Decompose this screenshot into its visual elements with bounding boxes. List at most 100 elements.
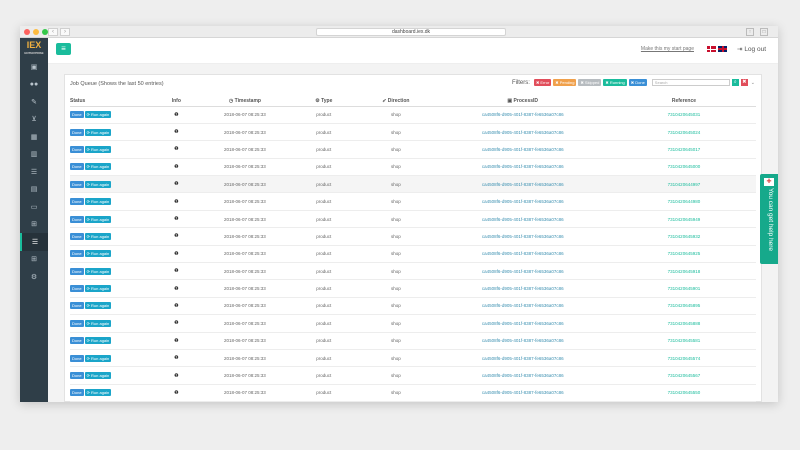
processid-link[interactable]: ca4508f6-d905-401f-8387-fe6536a07c86 <box>482 321 564 326</box>
run-again-button[interactable]: ⟳ Run again <box>84 250 112 258</box>
credit-card-icon[interactable]: ▭ <box>20 198 48 216</box>
processid-link[interactable]: ca4508f6-d905-401f-8387-fe6536a07c86 <box>482 147 564 152</box>
processid-link[interactable]: ca4508f6-d905-401f-8387-fe6536a07c86 <box>482 112 564 117</box>
header-type[interactable]: ⚙ Type <box>289 96 359 107</box>
processid-link[interactable]: ca4508f6-d905-401f-8387-fe6536a07c86 <box>482 286 564 291</box>
help-tab[interactable]: ✚ You can get help here <box>760 174 778 264</box>
info-icon[interactable]: ❶ <box>174 355 178 361</box>
back-icon[interactable]: ‹ <box>48 28 58 36</box>
danish-flag-icon[interactable] <box>707 46 716 52</box>
reference-link[interactable]: 7310420645567 <box>668 373 701 378</box>
run-again-button[interactable]: ⟳ Run again <box>84 111 112 119</box>
info-icon[interactable]: ❶ <box>174 233 178 239</box>
info-icon[interactable]: ❶ <box>174 112 178 118</box>
info-icon[interactable]: ❶ <box>174 129 178 135</box>
run-again-button[interactable]: ⟳ Run again <box>84 389 112 397</box>
wrench-icon[interactable]: ✎ <box>20 93 48 111</box>
reference-link[interactable]: 7310420645581 <box>668 338 701 343</box>
reference-link[interactable]: 7310420645918 <box>668 269 701 274</box>
settings-icon[interactable]: ⚙ <box>20 268 48 286</box>
processid-link[interactable]: ca4508f6-d905-401f-8387-fe6536a07c86 <box>482 373 564 378</box>
filter-skipped-button[interactable]: ✖ Skipped <box>578 79 602 86</box>
reference-link[interactable]: 7310420645932 <box>668 234 701 239</box>
share-icon[interactable]: ↑ <box>746 28 754 36</box>
header-reference[interactable]: Reference <box>611 96 756 107</box>
header-direction[interactable]: ➶ Direction <box>358 96 434 107</box>
list-icon[interactable]: ☰ <box>20 163 48 181</box>
reference-link[interactable]: 7310420645949 <box>668 217 701 222</box>
processid-link[interactable]: ca4508f6-d905-401f-8387-fe6536a07c86 <box>482 217 564 222</box>
reference-link[interactable]: 7310420645888 <box>668 321 701 326</box>
search-input[interactable]: Search <box>651 79 730 86</box>
reference-link[interactable]: 7310420645895 <box>668 303 701 308</box>
cart-icon[interactable]: ⊻ <box>20 111 48 129</box>
info-icon[interactable]: ❶ <box>174 268 178 274</box>
info-icon[interactable]: ❶ <box>174 146 178 152</box>
header-timestamp[interactable]: ◷ Timestamp <box>200 96 290 107</box>
reference-link[interactable]: 7310420645550 <box>668 390 701 395</box>
url-bar[interactable]: dashboard.iex.dk <box>316 28 506 36</box>
reference-link[interactable]: 7310420645031 <box>668 112 701 117</box>
processid-link[interactable]: ca4508f6-d905-401f-8387-fe6536a07c86 <box>482 199 564 204</box>
run-again-button[interactable]: ⟳ Run again <box>84 163 112 171</box>
close-window-icon[interactable] <box>24 29 30 35</box>
document-icon[interactable]: ▤ <box>20 181 48 199</box>
header-processid[interactable]: ▣ ProcessID <box>433 96 612 107</box>
info-icon[interactable]: ❶ <box>174 373 178 379</box>
queue-icon[interactable]: ☰ <box>20 233 48 251</box>
reference-link[interactable]: 7310420645024 <box>668 130 701 135</box>
run-again-button[interactable]: ⟳ Run again <box>84 285 112 293</box>
forward-icon[interactable]: › <box>60 28 70 36</box>
info-icon[interactable]: ❶ <box>174 303 178 309</box>
start-page-link[interactable]: Make this my start page <box>641 46 694 52</box>
header-status[interactable]: Status <box>70 96 153 107</box>
run-again-button[interactable]: ⟳ Run again <box>84 337 112 345</box>
run-again-button[interactable]: ⟳ Run again <box>84 232 112 240</box>
filter-done-button[interactable]: ✖ Done <box>628 79 647 86</box>
info-icon[interactable]: ❶ <box>174 216 178 222</box>
book-icon[interactable]: ▥ <box>20 146 48 164</box>
processid-link[interactable]: ca4508f6-d905-401f-8387-fe6536a07c86 <box>482 182 564 187</box>
chevron-down-icon[interactable]: ⌄ <box>751 80 755 86</box>
info-icon[interactable]: ❶ <box>174 286 178 292</box>
grid-icon[interactable]: ⊞ <box>20 216 48 234</box>
run-again-button[interactable]: ⟳ Run again <box>84 302 112 310</box>
reference-link[interactable]: 7310420645000 <box>668 164 701 169</box>
info-icon[interactable]: ❶ <box>174 199 178 205</box>
apps-icon[interactable]: ⊞ <box>20 251 48 269</box>
processid-link[interactable]: ca4508f6-d905-401f-8387-fe6536a07c86 <box>482 390 564 395</box>
calculator-icon[interactable]: ▦ <box>20 128 48 146</box>
reference-link[interactable]: 7310420644997 <box>668 182 701 187</box>
info-icon[interactable]: ❶ <box>174 320 178 326</box>
reference-link[interactable]: 7310420645925 <box>668 251 701 256</box>
run-again-button[interactable]: ⟳ Run again <box>84 145 112 153</box>
run-again-button[interactable]: ⟳ Run again <box>84 267 112 275</box>
users-icon[interactable]: ●● <box>20 76 48 94</box>
reference-link[interactable]: 7310420644980 <box>668 199 701 204</box>
info-icon[interactable]: ❶ <box>174 338 178 344</box>
reference-link[interactable]: 7310420645574 <box>668 356 701 361</box>
logout-button[interactable]: ⇥ Log out <box>737 45 766 53</box>
info-icon[interactable]: ❶ <box>174 181 178 187</box>
reference-link[interactable]: 7310420645017 <box>668 147 701 152</box>
brand-logo[interactable]: IEX ENTERPRISE <box>20 38 48 58</box>
run-again-button[interactable]: ⟳ Run again <box>84 319 112 327</box>
processid-link[interactable]: ca4508f6-d905-401f-8387-fe6536a07c86 <box>482 130 564 135</box>
run-again-button[interactable]: ⟳ Run again <box>84 180 112 188</box>
info-icon[interactable]: ❶ <box>174 251 178 257</box>
processid-link[interactable]: ca4508f6-d905-401f-8387-fe6536a07c86 <box>482 251 564 256</box>
header-info[interactable]: Info <box>152 96 201 107</box>
run-again-button[interactable]: ⟳ Run again <box>84 198 112 206</box>
filter-error-button[interactable]: ✖ Error <box>533 79 552 86</box>
menu-toggle-button[interactable]: ≡ <box>56 43 71 55</box>
dashboard-icon[interactable]: ▣ <box>20 58 48 76</box>
minimize-window-icon[interactable] <box>33 29 39 35</box>
processid-link[interactable]: ca4508f6-d905-401f-8387-fe6536a07c86 <box>482 356 564 361</box>
search-icon[interactable]: ⌕ <box>731 79 739 86</box>
run-again-button[interactable]: ⟳ Run again <box>84 215 112 223</box>
info-icon[interactable]: ❶ <box>174 164 178 170</box>
processid-link[interactable]: ca4508f6-d905-401f-8387-fe6536a07c86 <box>482 269 564 274</box>
processid-link[interactable]: ca4508f6-d905-401f-8387-fe6536a07c86 <box>482 338 564 343</box>
clear-search-icon[interactable]: ✖ <box>740 79 748 86</box>
run-again-button[interactable]: ⟳ Run again <box>84 128 112 136</box>
